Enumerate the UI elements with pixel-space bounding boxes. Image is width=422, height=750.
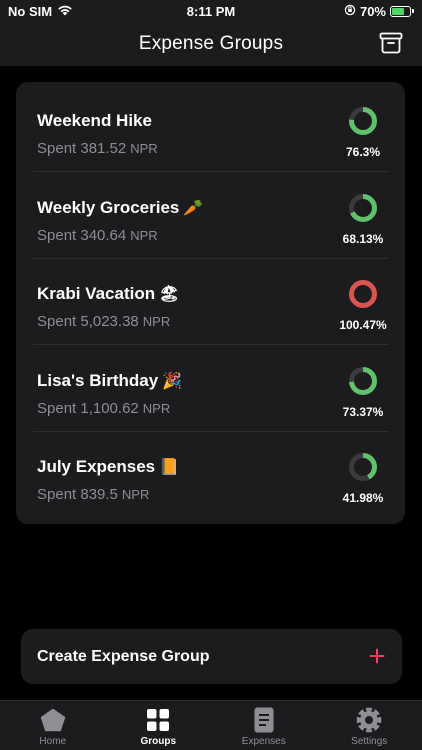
currency-label: NPR [142,314,171,329]
group-name-text: Lisa's Birthday [37,370,159,390]
create-expense-group-label: Create Expense Group [37,647,210,665]
expense-group-row[interactable]: Weekend Hike Spent 381.52 NPR 76.3% [16,86,405,172]
spent-amount: Spent 5,023.38 [37,313,139,330]
group-emoji: 📙 [159,457,180,476]
tab-bar: Home Groups Expenses Settings [0,700,422,750]
battery-percent: 70% [359,3,386,19]
progress-ring [349,107,377,135]
spent-amount: Spent 381.52 [37,140,127,157]
currency-label: NPR [130,141,158,156]
tab-label: Groups [140,736,177,747]
grid-groups-icon [147,709,170,731]
progress-ring [349,280,377,308]
tab-label: Home [39,736,67,747]
tab-home[interactable]: Home [0,701,106,750]
group-name: Weekly Groceries 🥕 [37,198,203,218]
spent-amount: Spent 839.5 [37,486,118,503]
expense-groups-list: Weekend Hike Spent 381.52 NPR 76.3% Weekly G… [16,82,405,524]
archive-button[interactable] [378,30,404,56]
group-spent: Spent 1,100.62 NPR [37,400,170,417]
pentagon-home-icon [40,708,65,732]
navigation-bar: Expense Groups [0,22,422,66]
tab-expenses[interactable]: Expenses [211,701,317,750]
currency-label: NPR [121,487,150,502]
status-right: 70% [274,4,414,19]
group-emoji: 🥕 [183,197,204,217]
battery-fill [392,7,404,15]
group-name-text: Weekend Hike [37,111,152,130]
percent-label: 73.37% [342,404,384,419]
expense-group-row[interactable]: Lisa's Birthday 🎉 Spent 1,100.62 NPR 73.37% [16,346,405,432]
tab-groups[interactable]: Groups [106,701,212,750]
spent-amount: Spent 340.64 [37,226,127,244]
percent-label: 41.98% [342,491,384,505]
group-name-text: Weekly Groceries [37,197,180,217]
expense-group-row[interactable]: Weekly Groceries 🥕 Spent 340.64 NPR 68.13% [16,173,405,259]
percent-label: 68.13% [342,231,384,246]
progress-ring [349,193,377,222]
percent-label: 76.3% [345,145,381,159]
gear-icon [356,707,382,733]
group-name: Lisa's Birthday 🎉 [37,371,182,391]
group-spent: Spent 340.64 NPR [37,227,158,244]
group-name-text: Krabi Vacation [37,284,156,303]
wifi-icon [57,4,73,19]
group-spent: Spent 839.5 NPR [37,486,149,503]
status-bar: No SIM 8:11 PM 70% [0,0,422,22]
percent-label: 100.47% [339,318,387,332]
tab-label: Settings [351,736,388,747]
carrier-label: No SIM [8,3,53,19]
orientation-lock-icon [344,4,356,19]
spent-amount: Spent 1,100.62 [37,399,139,417]
group-spent: Spent 381.52 NPR [37,140,158,157]
progress-ring [349,366,377,395]
document-expenses-icon [254,707,274,733]
tab-settings[interactable]: Settings [317,701,422,750]
plus-icon [369,645,385,669]
group-name-text: July Expenses [37,457,156,476]
screen: No SIM 8:11 PM 70% Expense Groups Weeken… [0,0,422,750]
group-spent: Spent 5,023.38 NPR [37,313,170,330]
expense-group-row[interactable]: July Expenses 📙 Spent 839.5 NPR 41.98% [16,432,405,518]
group-name: Krabi Vacation 🏖 [37,284,179,304]
page-title: Expense Groups [138,33,284,54]
create-expense-group-button[interactable]: Create Expense Group [21,629,402,684]
progress-ring-fill [349,280,377,308]
group-emoji: 🎉 [162,370,183,390]
status-time: 8:11 PM [186,3,236,19]
progress-ring [349,453,377,481]
status-left: No SIM [8,4,148,19]
group-emoji: 🏖 [159,284,180,303]
archive-box-icon [379,32,403,54]
expense-group-row[interactable]: Krabi Vacation 🏖 Spent 5,023.38 NPR 100.47% [16,259,405,345]
tab-label: Expenses [241,736,286,747]
currency-label: NPR [130,227,158,243]
currency-label: NPR [142,400,171,416]
battery-icon [390,5,414,17]
group-name: July Expenses 📙 [37,457,179,477]
group-name: Weekend Hike [37,111,152,131]
